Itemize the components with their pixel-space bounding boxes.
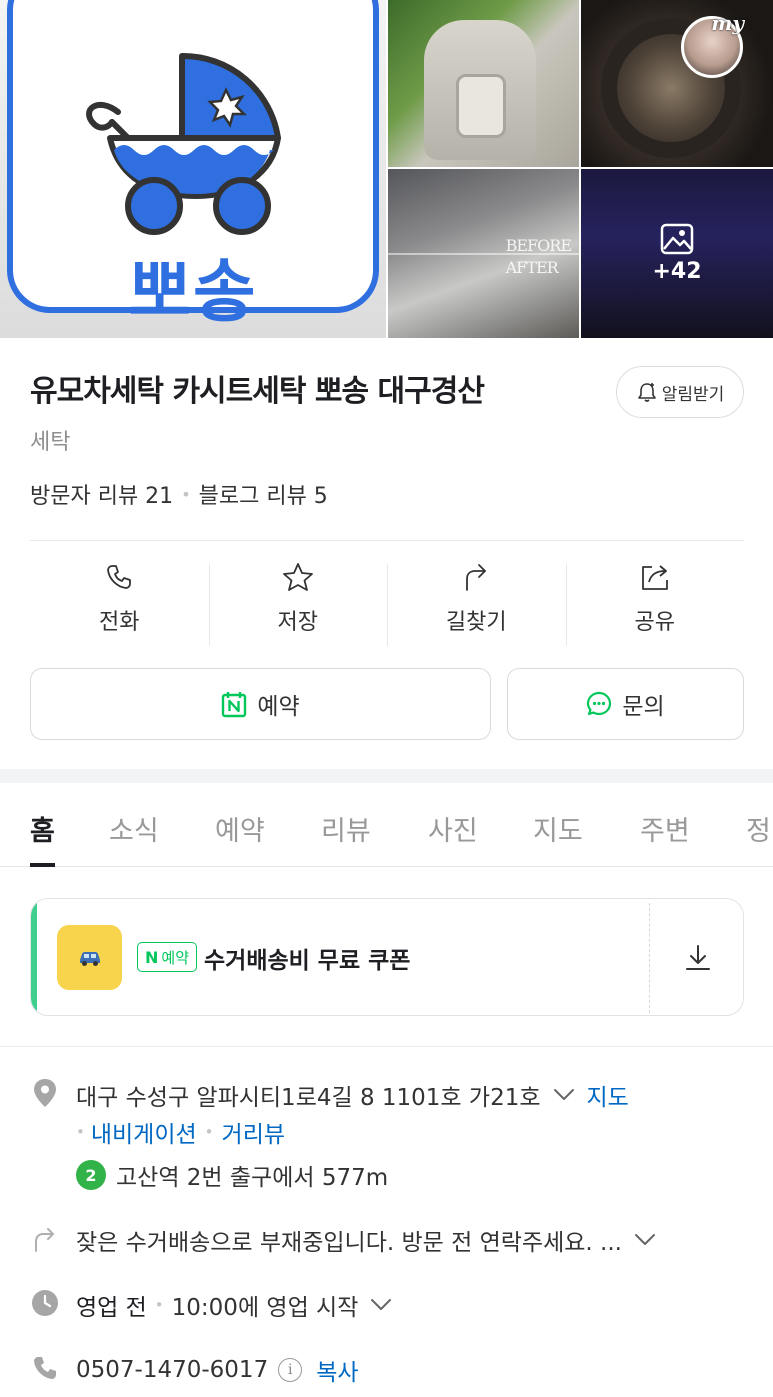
before-text: BEFORE — [505, 236, 572, 255]
active-tab-indicator — [30, 863, 55, 867]
directions-button[interactable]: 길찾기 — [387, 562, 566, 648]
copy-link[interactable]: 복사 — [316, 1353, 358, 1387]
hours-text: 10:00에 영업 시작 — [171, 1295, 359, 1321]
notice-row[interactable]: 잦은 수거배송으로 부재중입니다. 방문 전 연락주세요. ... — [76, 1223, 656, 1257]
notice-text: 잦은 수거배송으로 부재중입니다. 방문 전 연락주세요. ... — [76, 1230, 622, 1256]
coupon-title: 수거배송비 무료 쿠폰 — [204, 948, 411, 974]
info-circle-icon[interactable]: i — [278, 1358, 303, 1382]
location-pin-icon — [30, 1078, 60, 1108]
download-icon[interactable] — [681, 941, 715, 975]
divider — [30, 540, 744, 541]
action-bar: 전화 저장 길찾기 공유 — [30, 562, 744, 648]
action-label: 공유 — [634, 610, 675, 635]
call-button[interactable]: 전화 — [30, 562, 209, 648]
action-label: 저장 — [277, 610, 318, 635]
delivery-car-icon — [57, 925, 122, 990]
share-button[interactable]: 공유 — [565, 562, 745, 648]
navigation-link[interactable]: 내비게이션 — [91, 1115, 197, 1149]
inquiry-label: 문의 — [622, 694, 665, 720]
chevron-down-icon[interactable] — [370, 1298, 392, 1312]
separator-dot: • — [154, 1296, 164, 1314]
coupon-divider — [649, 903, 650, 1013]
primary-buttons: 예약 문의 — [30, 668, 744, 740]
photo-gallery: 뽀송 my BEFORE AFTER +42 — [0, 0, 773, 338]
clock-icon — [30, 1288, 60, 1318]
alarm-label: 알림받기 — [661, 384, 725, 405]
place-category: 세탁 — [30, 430, 71, 455]
chat-bubble-icon — [587, 691, 612, 716]
badge-label: 예약 — [161, 948, 189, 967]
logo-text: 뽀송 — [128, 253, 258, 332]
star-icon — [282, 563, 313, 591]
reserve-label: 예약 — [257, 694, 300, 720]
tab-info[interactable]: 정 — [746, 809, 771, 848]
hours-row[interactable]: 영업 전 • 10:00에 영업 시작 — [76, 1288, 392, 1322]
before-after-label: BEFORE AFTER — [505, 235, 572, 279]
more-photos-overlay[interactable]: +42 — [581, 169, 773, 338]
blog-reviews-link[interactable]: 블로그 리뷰 5 — [199, 478, 328, 510]
more-photos-count: +42 — [652, 259, 702, 284]
tab-nearby[interactable]: 주변 — [640, 809, 690, 848]
save-button[interactable]: 저장 — [208, 562, 388, 648]
tab-home[interactable]: 홈 — [30, 809, 55, 848]
back-arrow-icon[interactable] — [22, 22, 58, 66]
subway-text: 고산역 2번 출구에서 577m — [116, 1165, 389, 1191]
separator-dot: • — [204, 1123, 214, 1141]
divider — [0, 1046, 773, 1047]
action-label: 길찾기 — [445, 610, 507, 635]
subway-row: 2 고산역 2번 출구에서 577m — [76, 1158, 388, 1192]
address-row: 대구 수성구 알파시티1로4길 8 1101호 가21호 지도 — [76, 1078, 629, 1112]
gallery-photo-before-after[interactable]: BEFORE AFTER — [388, 169, 579, 338]
coupon-accent-bar — [31, 899, 37, 1015]
tab-reservation[interactable]: 예약 — [215, 809, 265, 848]
directions-arrow-icon — [30, 1224, 60, 1254]
place-title: 유모차세탁 카시트세탁 뽀송 대구경산 — [30, 374, 485, 409]
separator-dot: • — [76, 1123, 85, 1141]
naver-reservation-badge: N 예약 — [137, 942, 197, 972]
calendar-n-icon — [222, 692, 247, 718]
gallery-main-photo[interactable]: 뽀송 — [0, 0, 386, 338]
hours-status: 영업 전 — [76, 1295, 147, 1321]
separator-dot: • — [181, 484, 191, 504]
bell-plus-icon — [637, 383, 656, 402]
tab-bar: 홈 소식 예약 리뷰 사진 지도 주변 정 — [0, 783, 773, 867]
gallery-photo-more[interactable]: +42 — [581, 169, 773, 338]
alarm-button[interactable]: 알림받기 — [616, 366, 744, 418]
reserve-button[interactable]: 예약 — [30, 668, 491, 740]
gallery-photo-wheel[interactable]: my — [581, 0, 773, 167]
visitor-reviews-link[interactable]: 방문자 리뷰 21 — [30, 478, 173, 510]
phone-row: 0507-1470-6017 i 복사 — [76, 1353, 359, 1387]
tab-photos[interactable]: 사진 — [428, 809, 478, 848]
address-text: 대구 수성구 알파시티1로4길 8 1101호 가21호 — [76, 1085, 541, 1111]
chevron-down-icon[interactable] — [634, 1233, 656, 1247]
action-label: 전화 — [99, 610, 140, 635]
tab-news[interactable]: 소식 — [109, 809, 159, 848]
tab-reviews[interactable]: 리뷰 — [321, 809, 371, 848]
review-summary: 방문자 리뷰 21 • 블로그 리뷰 5 — [30, 478, 328, 510]
phone-icon — [107, 565, 132, 589]
image-icon — [660, 223, 694, 255]
tab-map[interactable]: 지도 — [533, 809, 583, 848]
inquiry-button[interactable]: 문의 — [507, 668, 744, 740]
phone-number[interactable]: 0507-1470-6017 — [76, 1357, 268, 1383]
my-label: my — [711, 11, 744, 35]
gallery-photo-car-seat[interactable] — [388, 0, 579, 167]
directions-icon — [466, 564, 487, 591]
map-link[interactable]: 지도 — [587, 1078, 629, 1112]
my-profile-avatar[interactable]: my — [681, 11, 744, 78]
after-text: AFTER — [505, 258, 559, 277]
share-icon — [641, 565, 668, 590]
section-divider — [0, 769, 773, 783]
subway-line-badge: 2 — [76, 1160, 106, 1190]
badge-n: N — [145, 947, 159, 967]
phone-icon — [30, 1353, 60, 1383]
chevron-down-icon[interactable] — [553, 1088, 575, 1102]
street-view-link[interactable]: 거리뷰 — [222, 1115, 285, 1149]
coupon-card[interactable]: N 예약 수거배송비 무료 쿠폰 — [30, 898, 744, 1016]
address-links-row: • 내비게이션 • 거리뷰 — [76, 1115, 285, 1149]
